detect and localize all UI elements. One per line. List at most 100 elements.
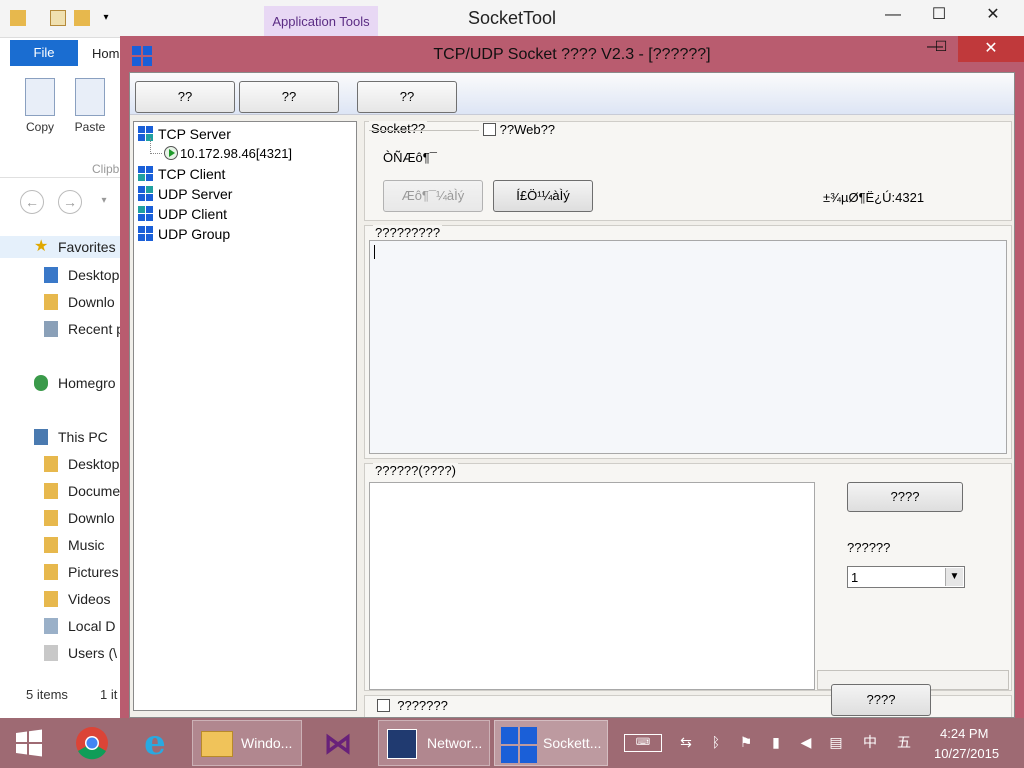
start-listen-button[interactable]: Æô¶¯¼àÌý (383, 180, 483, 212)
udp-group-icon (138, 226, 153, 241)
explorer-status-bar: 5 items 1 it (0, 684, 124, 708)
server-status-text: ÒÑÆô¶¯ (383, 150, 437, 165)
minimize-icon[interactable]: — (870, 0, 916, 30)
nav-item-favorites[interactable]: ★ Favorites (0, 236, 124, 258)
forward-icon[interactable]: → (58, 190, 82, 214)
explorer-taskbar-button[interactable]: Windo... (192, 720, 302, 766)
network-taskbar-button[interactable]: Networ... (378, 720, 490, 766)
bottom-checkbox[interactable]: ??????? (377, 698, 448, 713)
tree-item-udp-server[interactable]: UDP Server (138, 184, 232, 204)
ime-language-indicator[interactable]: 中 (860, 732, 880, 752)
send-button[interactable]: ???? (847, 482, 963, 512)
socket-panel: Socket?? ??Web?? ÒÑÆô¶¯ Æô¶¯¼àÌý Í£Ö¹¼àÌ… (364, 121, 1012, 221)
clipboard-group-label: Clipb (92, 162, 120, 176)
start-button[interactable] (0, 720, 58, 766)
nav-label: Local D (68, 618, 116, 634)
folder-icon (44, 294, 58, 310)
send-textarea[interactable] (369, 482, 815, 690)
sockettool-client-area: ?? ?? ?? TCP Server 10.172.98.46[4321] T… (129, 72, 1015, 718)
close-icon[interactable]: ✕ (962, 0, 1024, 30)
web-checkbox-label: ??Web?? (499, 122, 556, 137)
nav-label: Desktop (68, 456, 120, 472)
clock-time[interactable]: 4:24 PM (940, 726, 988, 741)
connection-tree: TCP Server 10.172.98.46[4321] TCP Client… (133, 121, 357, 711)
bottom-action-button[interactable]: ???? (831, 684, 931, 716)
nav-label: Docume (68, 483, 121, 499)
maximize-icon[interactable]: ☐ (928, 38, 954, 60)
copy-button[interactable]: Copy (15, 78, 65, 134)
paste-button[interactable]: Paste (65, 78, 115, 134)
toolbar-button-3[interactable]: ?? (357, 81, 457, 113)
star-icon: ★ (34, 238, 49, 255)
file-explorer-icon (201, 731, 233, 757)
send-panel: ??????(????) ???? ?????? 1 ▼ (364, 463, 1012, 691)
nav-label: Favorites (58, 239, 116, 255)
stop-listen-button[interactable]: Í£Ö¹¼àÌý (493, 180, 593, 212)
web-checkbox[interactable]: ??Web?? (483, 122, 555, 137)
tree-label: TCP Client (158, 166, 226, 182)
text-caret (374, 245, 375, 259)
chevron-down-icon[interactable]: ▼ (945, 568, 963, 586)
tree-label: TCP Server (158, 126, 231, 142)
ie-taskbar-icon[interactable]: e (128, 720, 184, 766)
bottom-panel: ??????? ???? (364, 684, 1012, 717)
nav-label: Videos (68, 591, 111, 607)
teamviewer-icon[interactable]: ⇆ (676, 732, 696, 752)
send-count-label: ?????? (847, 540, 891, 555)
taskbar-label: Windo... (241, 735, 293, 751)
recent-locations-icon[interactable]: ▾ (92, 190, 116, 214)
action-center-icon[interactable]: ⚑ (736, 732, 756, 752)
web-checkbox-box[interactable] (483, 123, 496, 136)
folder-icon (44, 456, 58, 472)
copy-label: Copy (25, 120, 54, 134)
recent-places-icon (44, 321, 58, 337)
home-tab[interactable]: Hom (92, 46, 119, 61)
listening-icon (164, 146, 178, 160)
toolbar-button-1[interactable]: ?? (135, 81, 235, 113)
visual-studio-icon: ⋈ (324, 728, 352, 759)
bluetooth-icon[interactable]: ᛒ (706, 732, 726, 752)
tree-item-udp-group[interactable]: UDP Group (138, 224, 230, 244)
nav-label: Downlo (68, 294, 115, 310)
power-icon[interactable]: ▮ (766, 732, 786, 752)
chrome-taskbar-icon[interactable] (64, 720, 120, 766)
clock-date[interactable]: 10/27/2015 (934, 746, 999, 761)
volume-muted-icon[interactable]: ◀ (796, 732, 816, 752)
network-tool-icon (387, 729, 417, 759)
taskbar-label: Sockett... (543, 735, 602, 751)
sockettool-taskbar-button[interactable]: Sockett... (494, 720, 608, 766)
explorer-nav-bar: ← → ▾ (0, 180, 124, 224)
sockettool-window: TCP/UDP Socket ???? V2.3 - [??????] — ☐ … (120, 36, 1024, 718)
nav-label: Users (\ (68, 645, 117, 661)
nav-label: Homegro (58, 375, 116, 391)
homegroup-icon (34, 375, 48, 391)
ime-mode-indicator[interactable]: 五 (894, 732, 914, 752)
maximize-icon[interactable]: ☐ (916, 0, 962, 30)
paste-icon (75, 78, 105, 116)
send-count-select[interactable]: 1 ▼ (847, 566, 965, 588)
toolbar-button-2[interactable]: ?? (239, 81, 339, 113)
tree-item-tcp-client[interactable]: TCP Client (138, 164, 225, 184)
udp-server-icon (138, 186, 153, 201)
chrome-icon (76, 727, 108, 760)
receive-textarea[interactable] (369, 240, 1007, 454)
network-status-icon[interactable]: ▤ (826, 732, 846, 752)
receive-panel: ????????? (364, 225, 1012, 459)
visual-studio-taskbar-icon[interactable]: ⋈ (308, 720, 372, 766)
back-icon[interactable]: ← (20, 190, 44, 214)
tree-item-udp-client[interactable]: UDP Client (138, 204, 227, 224)
close-icon[interactable]: ✕ (958, 36, 1024, 62)
file-tab[interactable]: File (10, 40, 78, 66)
tree-label: UDP Group (158, 226, 231, 242)
copy-icon (25, 78, 55, 116)
nav-label: Desktop (68, 267, 120, 283)
taskbar: e Windo... ⋈ Networ... Sockett... ⌨ ⇆ ᛒ … (0, 718, 1024, 768)
send-count-value: 1 (851, 570, 859, 585)
nav-label: Downlo (68, 510, 115, 526)
folder-icon (44, 483, 58, 499)
bottom-checkbox-box[interactable] (377, 699, 390, 712)
tree-item-tcp-server-connection[interactable]: 10.172.98.46[4321] (150, 138, 292, 164)
folder-icon (44, 537, 58, 553)
nav-label: Pictures (68, 564, 119, 580)
touch-keyboard-icon[interactable]: ⌨ (624, 734, 662, 752)
